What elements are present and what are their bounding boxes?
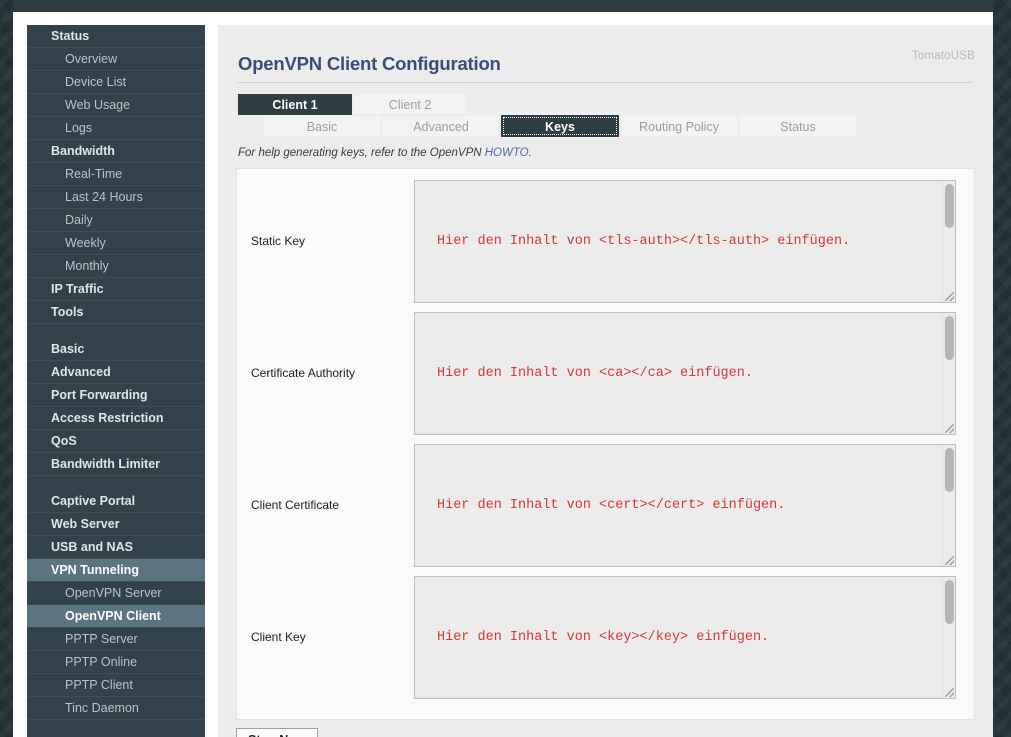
- textarea-scrollbar-client-certificate[interactable]: [942, 444, 955, 566]
- textarea-value-certificate-authority: Hier den Inhalt von <ca></ca> einfügen.: [437, 365, 753, 381]
- field-label-static-key: Static Key: [251, 234, 306, 248]
- textarea-scrollbar-thumb-certificate-authority[interactable]: [945, 315, 954, 360]
- openvpn-howto-link[interactable]: HOWTO: [485, 147, 529, 159]
- textarea-resize-grip-client-certificate[interactable]: [945, 555, 954, 565]
- sidebar-item-real-time[interactable]: Real-Time: [27, 163, 205, 186]
- textarea-scrollbar-client-key[interactable]: [942, 576, 955, 698]
- field-row-client-certificate: Client Certificate Hier den Inhalt von <c…: [237, 439, 974, 571]
- sidebar-item-overview[interactable]: Overview: [27, 48, 205, 71]
- main-content: TomatoUSB OpenVPN Client Configuration C…: [218, 25, 993, 737]
- field-row-static-key: Static Key Hier den Inhalt von <tls-auth>…: [237, 175, 974, 307]
- textarea-client-key[interactable]: Hier den Inhalt von <key></key> einfügen…: [414, 575, 956, 699]
- help-text-suffix: .: [528, 147, 532, 159]
- field-row-certificate-authority: Certificate Authority Hier den Inhalt von…: [237, 307, 974, 439]
- browser-top-bar: [13, 0, 993, 12]
- sidebar-item-device-list[interactable]: Device List: [27, 71, 205, 94]
- textarea-scrollbar-thumb-static-key[interactable]: [945, 183, 954, 228]
- sidebar-navigation: Status Overview Device List Web Usage Logs Ba…: [27, 25, 205, 737]
- sidebar-item-tools[interactable]: Tools: [27, 301, 205, 324]
- footer-bar: Stop Now: [236, 728, 975, 737]
- sidebar-item-web-usage[interactable]: Web Usage: [27, 94, 205, 117]
- sidebar-item-advanced[interactable]: Advanced: [27, 361, 205, 384]
- sidebar-item-web-server[interactable]: Web Server: [27, 513, 205, 536]
- textarea-scrollbar-static-key[interactable]: [942, 180, 955, 302]
- textarea-certificate-authority[interactable]: Hier den Inhalt von <ca></ca> einfügen.: [414, 311, 956, 435]
- title-divider: [238, 82, 973, 83]
- page-title: OpenVPN Client Configuration: [238, 53, 501, 74]
- section-tab-basic[interactable]: Basic: [263, 115, 381, 137]
- sidebar-item-bandwidth[interactable]: Bandwidth: [27, 140, 205, 163]
- client-tab-bar: Client 1 Client 2: [238, 94, 977, 115]
- sidebar-item-openvpn-client[interactable]: OpenVPN Client: [27, 605, 205, 628]
- section-tab-advanced[interactable]: Advanced: [382, 115, 500, 137]
- section-tab-status[interactable]: Status: [739, 115, 857, 137]
- sidebar-item-access-restriction[interactable]: Access Restriction: [27, 407, 205, 430]
- sidebar-item-captive-portal[interactable]: Captive Portal: [27, 490, 205, 513]
- textarea-client-certificate[interactable]: Hier den Inhalt von <cert></cert> einfüg…: [414, 443, 956, 567]
- textarea-resize-grip-static-key[interactable]: [945, 291, 954, 301]
- section-tab-routing-policy[interactable]: Routing Policy: [620, 115, 738, 137]
- section-tab-bar: Basic Advanced Keys Routing Policy Status: [263, 115, 977, 137]
- sidebar-spacer: [27, 324, 205, 338]
- brand-label: TomatoUSB: [911, 50, 975, 62]
- client-tab-client-2[interactable]: Client 2: [353, 94, 467, 115]
- textarea-value-client-certificate: Hier den Inhalt von <cert></cert> einfüg…: [437, 497, 786, 513]
- sidebar-item-openvpn-server[interactable]: OpenVPN Server: [27, 582, 205, 605]
- sidebar-item-pptp-client[interactable]: PPTP Client: [27, 674, 205, 697]
- textarea-resize-grip-client-key[interactable]: [945, 687, 954, 697]
- sidebar-item-qos[interactable]: QoS: [27, 430, 205, 453]
- sidebar-item-vpn-tunneling[interactable]: VPN Tunneling: [27, 559, 205, 582]
- textarea-scrollbar-certificate-authority[interactable]: [942, 312, 955, 434]
- textarea-scrollbar-thumb-client-certificate[interactable]: [945, 447, 954, 492]
- sidebar-item-logs[interactable]: Logs: [27, 117, 205, 140]
- textarea-scrollbar-thumb-client-key[interactable]: [945, 579, 954, 624]
- textarea-resize-grip-certificate-authority[interactable]: [945, 423, 954, 433]
- sidebar-item-ip-traffic[interactable]: IP Traffic: [27, 278, 205, 301]
- sidebar-item-tinc-daemon[interactable]: Tinc Daemon: [27, 697, 205, 720]
- sidebar-item-pptp-server[interactable]: PPTP Server: [27, 628, 205, 651]
- field-label-certificate-authority: Certificate Authority: [251, 366, 356, 380]
- sidebar-item-status[interactable]: Status: [27, 25, 205, 48]
- stop-now-button[interactable]: Stop Now: [236, 728, 318, 737]
- keys-fields-panel: Static Key Hier den Inhalt von <tls-auth>…: [236, 168, 975, 720]
- sidebar-spacer: [27, 476, 205, 490]
- sidebar-item-weekly[interactable]: Weekly: [27, 232, 205, 255]
- sidebar-item-daily[interactable]: Daily: [27, 209, 205, 232]
- textarea-value-client-key: Hier den Inhalt von <key></key> einfügen…: [437, 629, 770, 645]
- field-label-client-certificate: Client Certificate: [251, 498, 340, 512]
- help-text-prefix: For help generating keys, refer to the O…: [238, 147, 485, 159]
- section-tab-keys[interactable]: Keys: [501, 115, 619, 137]
- sidebar-item-monthly[interactable]: Monthly: [27, 255, 205, 278]
- sidebar-item-bandwidth-limiter[interactable]: Bandwidth Limiter: [27, 453, 205, 476]
- textarea-value-static-key: Hier den Inhalt von <tls-auth></tls-auth…: [437, 233, 851, 249]
- help-text: For help generating keys, refer to the O…: [238, 147, 977, 159]
- sidebar-item-port-forwarding[interactable]: Port Forwarding: [27, 384, 205, 407]
- sidebar-item-usb-and-nas[interactable]: USB and NAS: [27, 536, 205, 559]
- page-viewport: Status Overview Device List Web Usage Logs Ba…: [13, 12, 993, 737]
- field-label-client-key: Client Key: [251, 630, 306, 644]
- sidebar-item-basic[interactable]: Basic: [27, 338, 205, 361]
- client-tab-client-1[interactable]: Client 1: [238, 94, 352, 115]
- sidebar-item-last-24-hours[interactable]: Last 24 Hours: [27, 186, 205, 209]
- field-row-client-key: Client Key Hier den Inhalt von <key></key…: [237, 571, 974, 703]
- textarea-static-key[interactable]: Hier den Inhalt von <tls-auth></tls-auth…: [414, 179, 956, 303]
- sidebar-item-pptp-online[interactable]: PPTP Online: [27, 651, 205, 674]
